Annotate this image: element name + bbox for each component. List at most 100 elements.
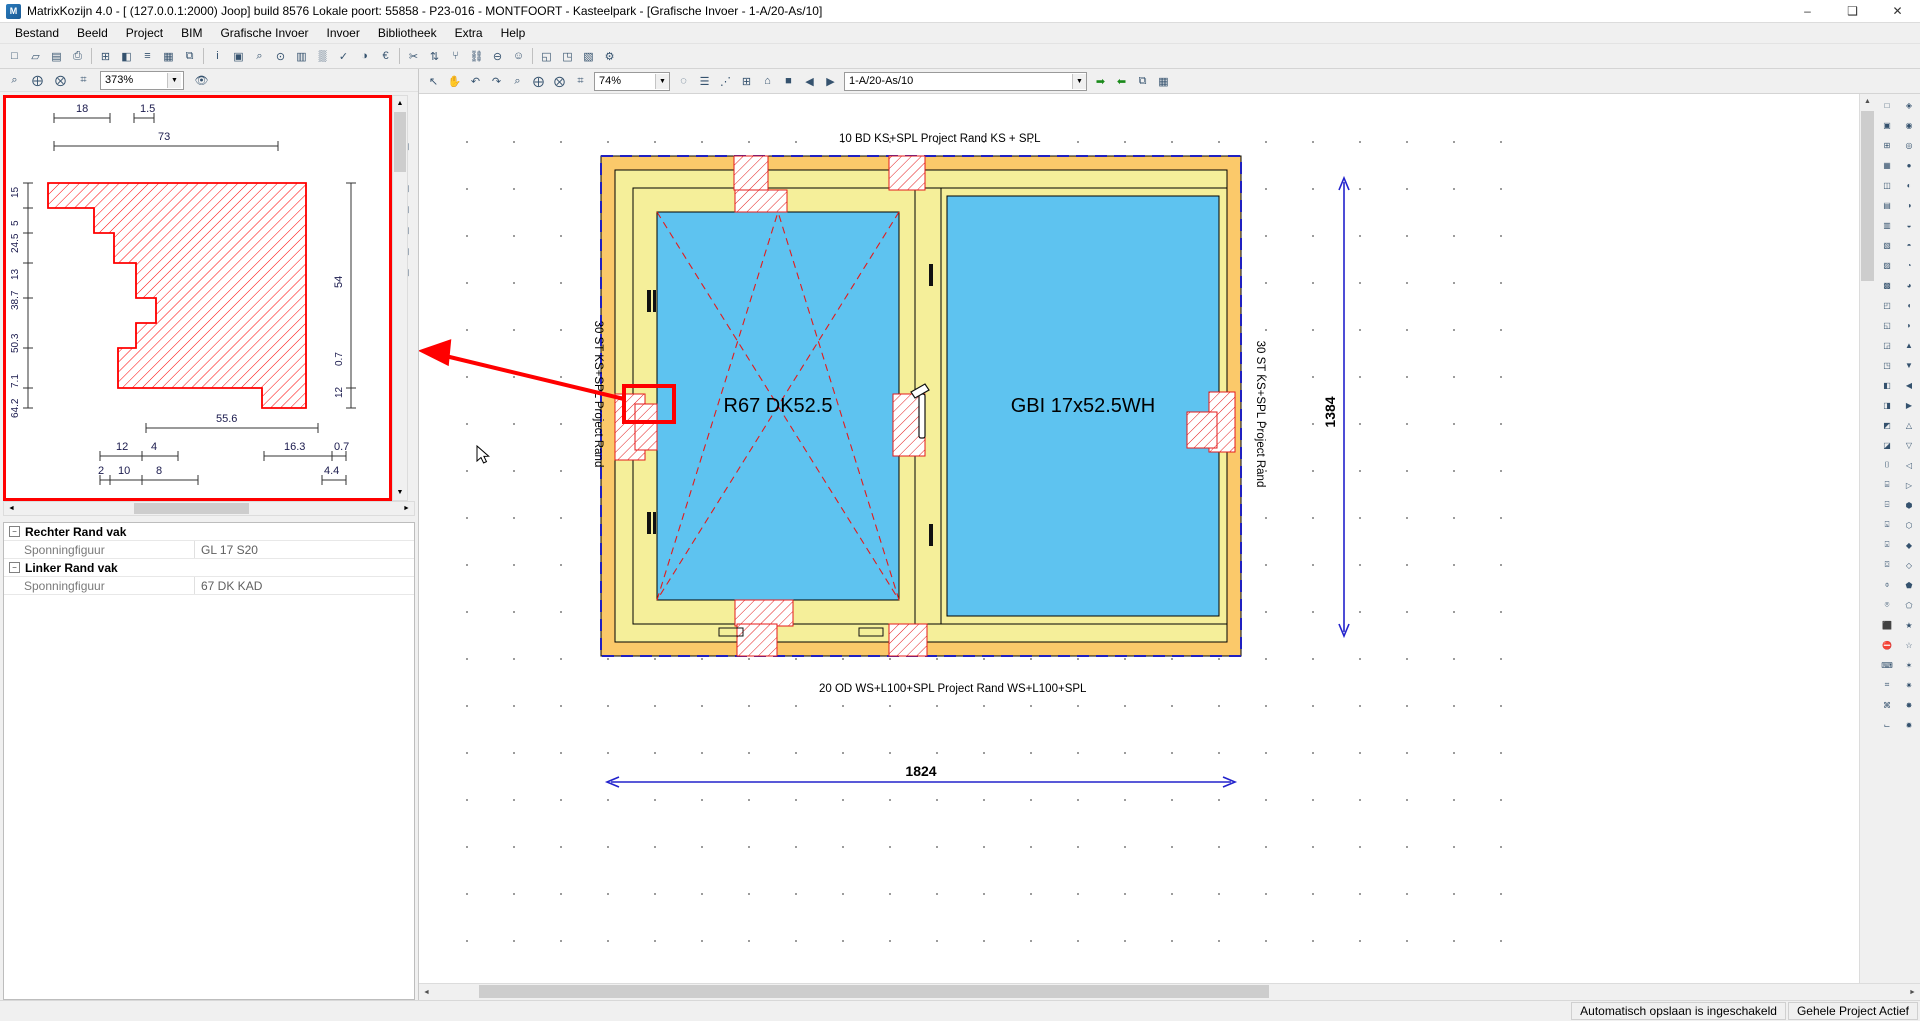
menu-item-invoer[interactable]: Invoer	[318, 24, 369, 42]
rail-icon-22[interactable]: ⌺	[1877, 516, 1897, 534]
window-icon[interactable]: ◱	[537, 47, 556, 66]
menu-item-grafische-invoer[interactable]: Grafische Invoer	[211, 24, 317, 42]
menu-item-extra[interactable]: Extra	[446, 24, 492, 42]
new-document-icon[interactable]: □	[5, 47, 24, 66]
rail-icon-24[interactable]: ⌼	[1877, 556, 1897, 574]
open-folder-icon[interactable]: ▱	[26, 47, 45, 66]
undo-icon[interactable]: ↶	[466, 72, 485, 91]
rail-icon-12[interactable]: ◱	[1877, 316, 1897, 334]
rail2-icon-12[interactable]: ◗	[1899, 316, 1919, 334]
menu-item-beeld[interactable]: Beeld	[68, 24, 117, 42]
zoom-in-icon[interactable]: ⨁	[28, 71, 47, 90]
property-value[interactable]: GL 17 S20	[195, 541, 414, 558]
menu-item-bestand[interactable]: Bestand	[6, 24, 68, 42]
rail2-icon-9[interactable]: ◔	[1899, 256, 1919, 274]
rail2-icon-16[interactable]: ▶	[1899, 396, 1919, 414]
rail2-icon-27[interactable]: ★	[1899, 616, 1919, 634]
nav-prev-button[interactable]: ◀	[800, 72, 819, 91]
zoom-extents-icon[interactable]: ⌕	[5, 71, 24, 90]
list-icon[interactable]: ≡	[138, 47, 157, 66]
rail2-icon-3[interactable]: ◎	[1899, 136, 1919, 154]
table-icon[interactable]: ▦	[159, 47, 178, 66]
rail-icon-30[interactable]: ⌗	[1877, 676, 1897, 694]
zoom-page-icon[interactable]: ⌕	[250, 47, 269, 66]
search-doc-icon[interactable]: ⊙	[271, 47, 290, 66]
scroll-thumb-v[interactable]	[1861, 111, 1874, 281]
property-row[interactable]: Sponningfiguur GL 17 S20	[4, 541, 414, 559]
drawing-canvas[interactable]: 10 BD KS+SPL Project Rand KS + SPL R67 D…	[419, 94, 1859, 983]
rail-icon-16[interactable]: ◨	[1877, 396, 1897, 414]
property-row[interactable]: Sponningfiguur 67 DK KAD	[4, 577, 414, 595]
globe-icon[interactable]: ◌	[674, 72, 693, 91]
rail2-icon-10[interactable]: ◕	[1899, 276, 1919, 294]
rail2-icon-14[interactable]: ▼	[1899, 356, 1919, 374]
canvas-horizontal-scrollbar[interactable]: ◄ ►	[419, 983, 1920, 1000]
profile-preview-canvas[interactable]: 18 1.5 73 15 5 24.5 13 38.7 50.3 7.1 64.…	[3, 95, 392, 501]
redo-icon[interactable]: ↷	[487, 72, 506, 91]
rail-icon-3[interactable]: ⊞	[1877, 136, 1897, 154]
property-group-header[interactable]: − Linker Rand vak	[4, 559, 414, 577]
zoom-extents-icon[interactable]: ⌕	[508, 72, 527, 91]
rail-icon-7[interactable]: ▥	[1877, 216, 1897, 234]
scroll-left-icon[interactable]: ◄	[4, 505, 19, 512]
scroll-thumb-h[interactable]	[134, 503, 249, 514]
rail-icon-14[interactable]: ◳	[1877, 356, 1897, 374]
rail2-icon-6[interactable]: ◑	[1899, 196, 1919, 214]
rail2-icon-1[interactable]: ◈	[1899, 96, 1919, 114]
collapse-expander-icon[interactable]: −	[9, 526, 20, 537]
rail2-icon-19[interactable]: ◁	[1899, 456, 1919, 474]
rail2-icon-4[interactable]: ●	[1899, 156, 1919, 174]
copy-view-icon[interactable]: ⧉	[1133, 72, 1152, 91]
arrow-right-green-icon[interactable]: ➡	[1091, 72, 1110, 91]
element-selector-combo[interactable]: 1-A/20-As/10 ▼	[844, 71, 1087, 91]
scroll-down-icon[interactable]: ▼	[393, 485, 407, 500]
rail-icon-4[interactable]: ▦	[1877, 156, 1897, 174]
rail2-icon-17[interactable]: △	[1899, 416, 1919, 434]
rail2-icon-2[interactable]: ◉	[1899, 116, 1919, 134]
scroll-left-icon[interactable]: ◄	[419, 989, 434, 996]
rail-icon-11[interactable]: ◰	[1877, 296, 1897, 314]
property-value[interactable]: 67 DK KAD	[195, 577, 414, 594]
rail2-icon-15[interactable]: ◀	[1899, 376, 1919, 394]
rail-icon-13[interactable]: ◲	[1877, 336, 1897, 354]
rail-icon-1[interactable]: □	[1877, 96, 1897, 114]
rail2-icon-8[interactable]: ◓	[1899, 236, 1919, 254]
menu-item-help[interactable]: Help	[492, 24, 535, 42]
rail-icon-6[interactable]: ▤	[1877, 196, 1897, 214]
menu-item-bibliotheek[interactable]: Bibliotheek	[369, 24, 446, 42]
grid-snap-icon[interactable]: ⋰	[716, 72, 735, 91]
rail-icon-2[interactable]: ▣	[1877, 116, 1897, 134]
rail2-icon-30[interactable]: ✷	[1899, 676, 1919, 694]
spell-icon[interactable]: ✓	[334, 47, 353, 66]
select-arrow-icon[interactable]: ↖	[424, 72, 443, 91]
cut-icon[interactable]: ✂	[404, 47, 423, 66]
rail2-icon-25[interactable]: ⬟	[1899, 576, 1919, 594]
rail-icon-19[interactable]: ⌷	[1877, 456, 1897, 474]
rail-icon-10[interactable]: ▩	[1877, 276, 1897, 294]
rail-icon-15[interactable]: ◧	[1877, 376, 1897, 394]
info-icon[interactable]: i	[208, 47, 227, 66]
rail2-icon-23[interactable]: ◆	[1899, 536, 1919, 554]
preview-zoom-combo[interactable]: 373% ▼	[100, 70, 184, 90]
eye-icon[interactable]: 👁	[192, 71, 211, 90]
layers-icon[interactable]: ☰	[695, 72, 714, 91]
rail2-icon-11[interactable]: ◖	[1899, 296, 1919, 314]
rail-icon-28[interactable]: ⛔	[1877, 636, 1897, 654]
tree-icon[interactable]: ⑂	[446, 47, 465, 66]
nav-next-button[interactable]: ▶	[821, 72, 840, 91]
canvas-vertical-scrollbar[interactable]: ▲	[1859, 94, 1876, 983]
maximize-button[interactable]: ❑	[1830, 0, 1875, 22]
note-icon[interactable]: ▧	[579, 47, 598, 66]
rail-icon-20[interactable]: ⌸	[1877, 476, 1897, 494]
pan-hand-icon[interactable]: ✋	[445, 72, 464, 91]
scroll-up-icon[interactable]: ▲	[1860, 94, 1875, 109]
rail2-icon-7[interactable]: ◒	[1899, 216, 1919, 234]
menu-item-project[interactable]: Project	[117, 24, 172, 42]
chart-icon[interactable]: ◧	[117, 47, 136, 66]
rail-icon-23[interactable]: ⌻	[1877, 536, 1897, 554]
rail-icon-8[interactable]: ▧	[1877, 236, 1897, 254]
rail-icon-27[interactable]: ⬛	[1877, 616, 1897, 634]
rail2-icon-22[interactable]: ⬡	[1899, 516, 1919, 534]
preview-horizontal-scrollbar[interactable]: ◄ ►	[3, 501, 415, 516]
rail-icon-32[interactable]: ⌙	[1877, 716, 1897, 734]
